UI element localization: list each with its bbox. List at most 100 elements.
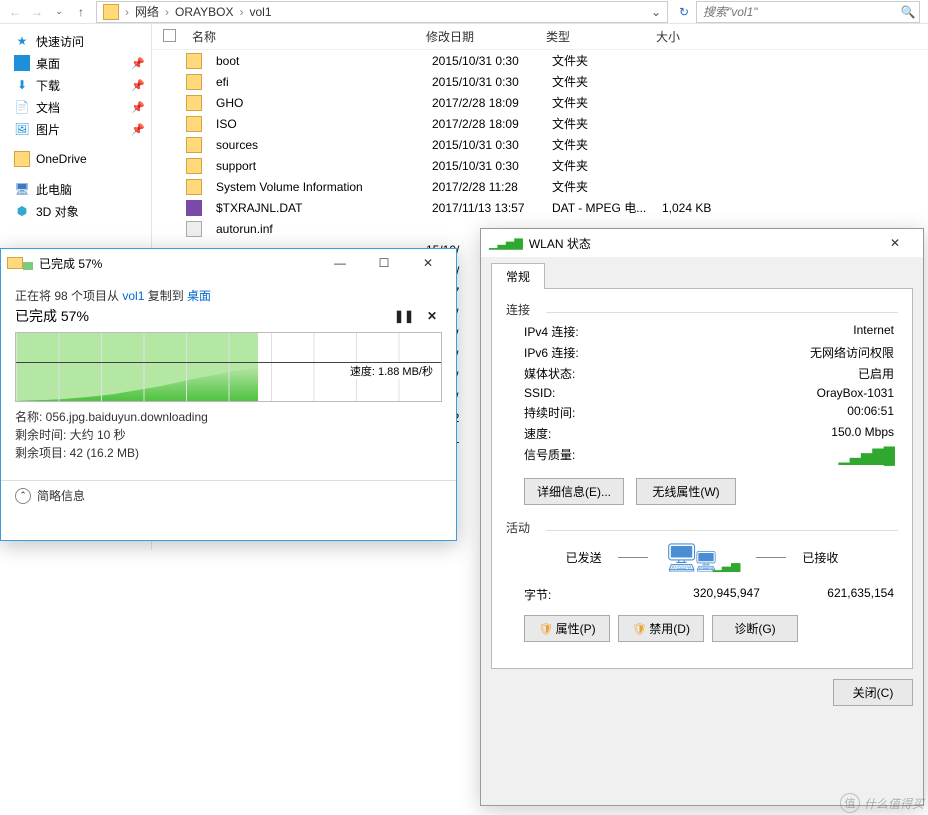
copy-speed-chart: 速度: 1.88 MB/秒 <box>15 332 442 402</box>
file-type: 文件夹 <box>552 94 662 111</box>
sidebar-label: 桌面 <box>36 55 60 72</box>
row-ssid: SSID:OrayBox-1031 <box>506 384 898 402</box>
minimize-button[interactable]: — <box>318 249 362 277</box>
folder-icon <box>186 116 202 132</box>
file-date: 2017/2/28 18:09 <box>432 96 552 110</box>
sidebar-label: OneDrive <box>36 152 87 166</box>
file-row[interactable]: support 2015/10/31 0:30 文件夹 <box>152 155 928 176</box>
nav-forward[interactable]: → <box>26 1 48 23</box>
file-row[interactable]: boot 2015/10/31 0:30 文件夹 <box>152 50 928 71</box>
file-name: sources <box>210 138 432 152</box>
file-row[interactable]: $TXRAJNL.DAT 2017/11/13 13:57 DAT - MPEG… <box>152 197 928 218</box>
column-name[interactable]: 名称 <box>186 28 426 45</box>
breadcrumb-item[interactable]: ORAYBOX <box>171 5 237 19</box>
file-type: 文件夹 <box>552 157 662 174</box>
file-date: 2017/2/28 11:28 <box>432 180 552 194</box>
computers-icon: 🖥🖥▁▃▅ <box>664 541 741 574</box>
column-headers: 名称 修改日期 类型 大小 <box>152 24 928 50</box>
search-icon[interactable]: 🔍 <box>897 5 919 19</box>
cancel-button[interactable]: ✕ <box>422 306 442 326</box>
breadcrumb-item[interactable]: vol1 <box>245 5 275 19</box>
file-date: 2015/10/31 0:30 <box>432 54 552 68</box>
file-type: 文件夹 <box>552 115 662 132</box>
sidebar-desktop[interactable]: 桌面📌 <box>0 52 151 74</box>
wlan-title: WLAN 状态 <box>529 235 591 252</box>
nav-up[interactable]: ↑ <box>70 1 92 23</box>
wlan-titlebar[interactable]: ▁▃▅▇ WLAN 状态 ✕ <box>481 229 923 257</box>
search-box[interactable]: 🔍 <box>696 1 920 23</box>
sidebar-this-pc[interactable]: 🖥 此电脑 <box>0 178 151 200</box>
shield-icon: 🛡 <box>538 622 553 636</box>
file-name: support <box>210 159 432 173</box>
nav-back[interactable]: ← <box>4 1 26 23</box>
file-name: boot <box>210 54 432 68</box>
copy-progress-dialog: 已完成 57% — ☐ ✕ 正在将 98 个项目从 vol1 复制到 桌面 已完… <box>0 248 457 541</box>
sidebar-onedrive[interactable]: OneDrive <box>0 148 151 170</box>
bytes-sent: 320,945,947 <box>693 586 760 600</box>
select-all-checkbox[interactable] <box>152 29 186 45</box>
search-input[interactable] <box>697 5 897 19</box>
sidebar-downloads[interactable]: ⬇下载📌 <box>0 74 151 96</box>
file-name: autorun.inf <box>210 222 432 236</box>
pin-icon: 📌 <box>131 123 151 136</box>
file-type: DAT - MPEG 电... <box>552 199 662 216</box>
brief-info-toggle[interactable]: ⌃ 简略信息 <box>15 487 442 504</box>
copy-info-items: 剩余项目: 42 (16.2 MB) <box>15 444 442 462</box>
close-button[interactable]: ✕ <box>406 249 450 277</box>
row-media: 媒体状态:已启用 <box>506 363 898 384</box>
signal-icon: ▁▃▅ <box>713 558 741 572</box>
3d-icon: ⬢ <box>14 203 30 219</box>
tab-general[interactable]: 常规 <box>491 263 545 289</box>
file-date: 2015/10/31 0:30 <box>432 75 552 89</box>
column-type[interactable]: 类型 <box>546 28 656 45</box>
copy-dialog-titlebar[interactable]: 已完成 57% — ☐ ✕ <box>1 249 456 277</box>
wlan-tab-strip: 常规 <box>481 257 923 289</box>
file-row[interactable]: System Volume Information 2017/2/28 11:2… <box>152 176 928 197</box>
breadcrumb-item[interactable]: 网络 <box>131 3 163 20</box>
wireless-properties-button[interactable]: 无线属性(W) <box>636 478 736 505</box>
nav-recent[interactable]: ⌄ <box>48 1 70 23</box>
file-row[interactable]: GHO 2017/2/28 18:09 文件夹 <box>152 92 928 113</box>
pc-icon: 🖥 <box>14 181 30 197</box>
diagnose-button[interactable]: 诊断(G) <box>712 615 798 642</box>
breadcrumb-dropdown[interactable]: ⌄ <box>645 5 667 19</box>
text: 正在将 98 个项目从 <box>15 289 122 303</box>
maximize-button[interactable]: ☐ <box>362 249 406 277</box>
file-row[interactable]: ISO 2017/2/28 18:09 文件夹 <box>152 113 928 134</box>
sidebar-3d-objects[interactable]: ⬢3D 对象 <box>0 200 151 222</box>
breadcrumb-sep: › <box>237 5 245 19</box>
shield-icon: 🛡 <box>632 622 647 636</box>
row-speed: 速度:150.0 Mbps <box>506 423 898 444</box>
file-size: 1,024 KB <box>662 201 742 215</box>
folder-icon <box>186 158 202 174</box>
refresh-button[interactable]: ↻ <box>672 5 696 19</box>
recv-label: 已接收 <box>802 549 838 566</box>
file-row[interactable]: sources 2015/10/31 0:30 文件夹 <box>152 134 928 155</box>
file-date: 2017/2/28 18:09 <box>432 117 552 131</box>
sidebar-documents[interactable]: 📄文档📌 <box>0 96 151 118</box>
folder-icon <box>186 95 202 111</box>
folder-icon <box>186 53 202 69</box>
close-button[interactable]: ✕ <box>875 236 915 250</box>
copy-source-link[interactable]: vol1 <box>122 289 144 303</box>
sidebar-pictures[interactable]: 🖼图片📌 <box>0 118 151 140</box>
folder-icon <box>7 257 23 269</box>
file-date: 2015/10/31 0:30 <box>432 159 552 173</box>
file-row[interactable]: efi 2015/10/31 0:30 文件夹 <box>152 71 928 92</box>
properties-button[interactable]: 🛡属性(P) <box>524 615 610 642</box>
copy-dest-link[interactable]: 桌面 <box>187 289 211 303</box>
bytes-recv: 621,635,154 <box>827 586 894 603</box>
copy-info-name: 名称: 056.jpg.baiduyun.downloading <box>15 408 442 426</box>
disable-button[interactable]: 🛡禁用(D) <box>618 615 704 642</box>
details-button[interactable]: 详细信息(E)... <box>524 478 624 505</box>
breadcrumb-sep: › <box>163 5 171 19</box>
column-size[interactable]: 大小 <box>656 28 736 45</box>
column-date[interactable]: 修改日期 <box>426 28 546 45</box>
pause-button[interactable]: ❚❚ <box>394 306 414 326</box>
sidebar-label: 此电脑 <box>36 181 72 198</box>
close-footer-button[interactable]: 关闭(C) <box>833 679 913 706</box>
copy-progress-label: 已完成 57% <box>15 306 386 326</box>
breadcrumb[interactable]: › 网络 › ORAYBOX › vol1 ⌄ <box>96 1 668 23</box>
sidebar-quick-access[interactable]: ★快速访问 <box>0 30 151 52</box>
pin-icon: 📌 <box>131 79 151 92</box>
